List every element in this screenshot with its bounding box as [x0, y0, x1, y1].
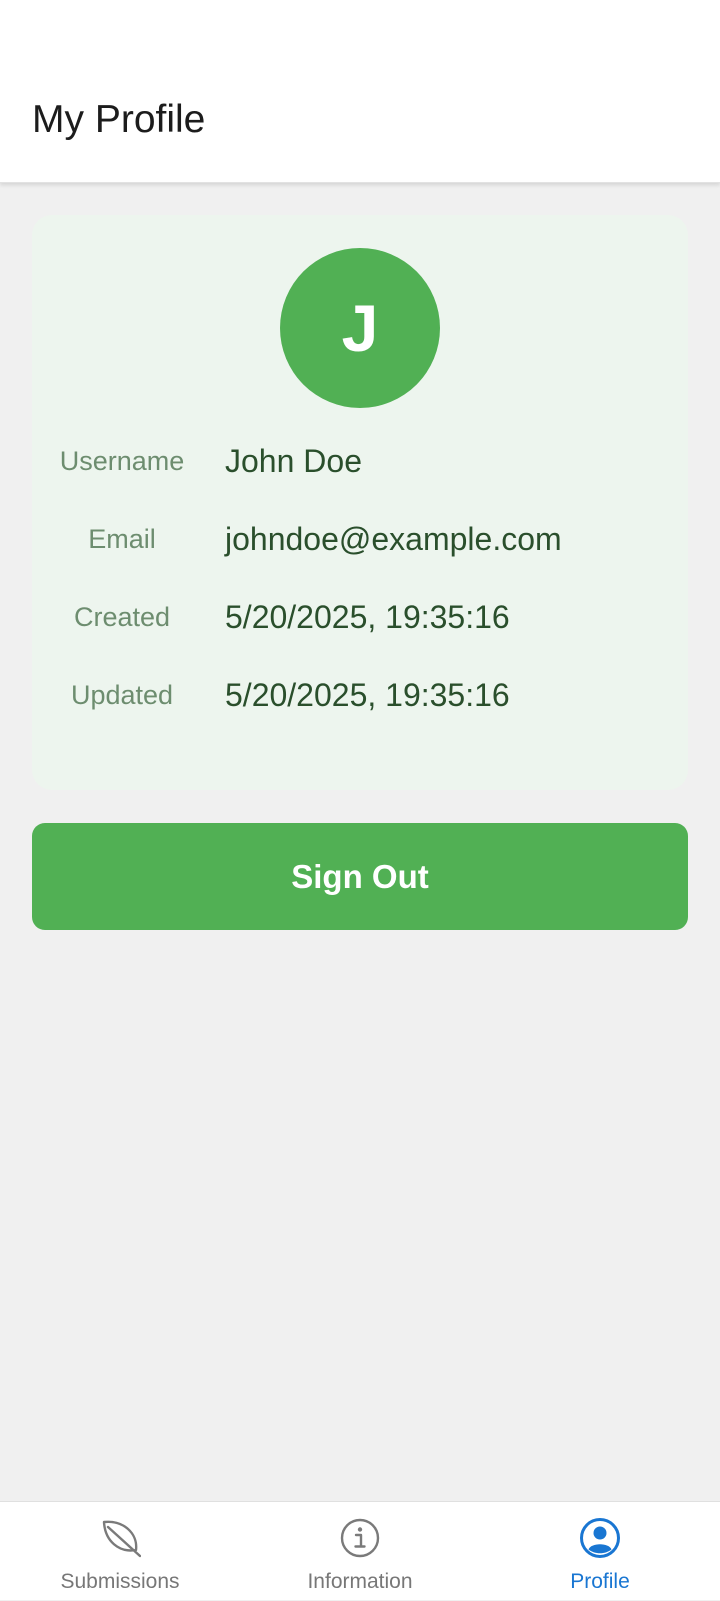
nav-item-submissions[interactable]: Submissions: [0, 1502, 240, 1601]
updated-label: Updated: [70, 680, 174, 710]
nav-item-information[interactable]: Information: [240, 1502, 480, 1601]
avatar-initial: J: [341, 291, 379, 365]
updated-value: 5/20/2025, 19:35:16: [225, 677, 510, 713]
info-icon: [340, 1518, 380, 1558]
updated-row: Updated 5/20/2025, 19:35:16: [32, 671, 688, 719]
username-value: John Doe: [225, 443, 362, 479]
bottom-nav: Submissions Information Profile: [0, 1501, 720, 1600]
app-header: My Profile: [0, 0, 720, 183]
created-row: Created 5/20/2025, 19:35:16: [32, 593, 688, 641]
account-circle-icon: [580, 1518, 620, 1558]
created-value: 5/20/2025, 19:35:16: [225, 599, 510, 635]
page-title: My Profile: [32, 98, 206, 141]
avatar: J: [280, 248, 440, 408]
email-row: Email johndoe@example.com: [32, 515, 688, 563]
email-label: Email: [88, 524, 156, 554]
created-label: Created: [73, 602, 171, 632]
nav-label-submissions: Submissions: [60, 1570, 180, 1593]
username-label: Username: [59, 446, 185, 476]
nav-label-profile: Profile: [570, 1570, 630, 1593]
profile-card: J Username John Doe Email johndoe@exampl…: [32, 215, 688, 790]
username-row: Username John Doe: [32, 437, 688, 485]
nav-item-profile[interactable]: Profile: [480, 1502, 720, 1601]
sign-out-button[interactable]: Sign Out: [32, 823, 688, 930]
leaf-icon: [102, 1520, 141, 1558]
email-value: johndoe@example.com: [225, 521, 562, 557]
nav-label-information: Information: [307, 1570, 413, 1593]
